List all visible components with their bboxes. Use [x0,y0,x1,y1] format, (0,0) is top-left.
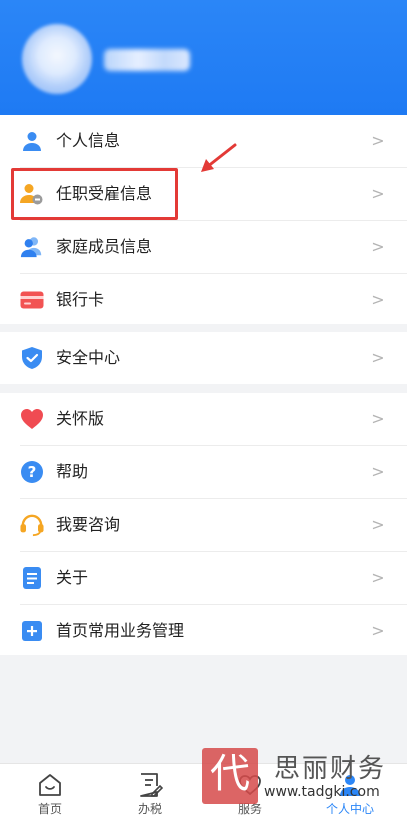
profile-header [0,0,407,115]
menu-label: 帮助 [56,462,89,481]
tab-label: 首页 [37,802,62,816]
chevron-right-icon: > [371,515,385,534]
menu-item-care-mode[interactable]: 关怀版 > [0,393,407,445]
menu-label: 我要咨询 [56,515,121,534]
headset-icon [20,513,44,537]
tab-home[interactable]: 首页 [0,764,100,818]
chevron-right-icon: > [371,348,385,367]
svg-text:?: ? [28,463,37,481]
username-blurred [104,49,190,71]
menu-group-security: 安全中心 > [0,332,407,384]
menu-item-help[interactable]: ? 帮助 > [0,446,407,498]
shield-icon [20,346,44,370]
annotation-highlight-box [11,168,178,220]
chevron-right-icon: > [371,131,385,150]
heart-icon [20,407,44,431]
person-icon [20,129,44,153]
menu-item-about[interactable]: 关于 > [0,552,407,604]
question-icon: ? [20,460,44,484]
chevron-right-icon: > [371,409,385,428]
tab-tax[interactable]: 办税 [100,764,200,818]
home-icon [39,774,61,796]
avatar[interactable] [22,24,92,94]
chevron-right-icon: > [371,621,385,640]
tax-doc-icon [140,773,163,797]
chevron-right-icon: > [371,237,385,256]
chevron-right-icon: > [371,568,385,587]
annotation-arrow-icon [201,143,237,172]
bank-card-icon [20,288,44,312]
menu-item-bank-card[interactable]: 银行卡 > [0,274,407,326]
menu-label: 安全中心 [56,348,121,367]
watermark-title: 思丽财务 [274,754,387,784]
menu-group-other: 关怀版 > ? 帮助 > 我要咨询 > 关于 > 首页常用业务管理 > [0,393,407,655]
watermark-stamp-char: 代 [210,751,250,797]
menu-item-home-business-management[interactable]: 首页常用业务管理 > [0,605,407,657]
menu-label: 关怀版 [56,409,105,428]
watermark: 代 思丽财务 www.tadgki.com [200,746,405,806]
chevron-right-icon: > [371,290,385,309]
tab-label: 办税 [137,802,162,816]
menu-item-consult[interactable]: 我要咨询 > [0,499,407,551]
menu-label: 个人信息 [56,131,121,150]
plus-square-icon [20,619,44,643]
menu-item-security-center[interactable]: 安全中心 > [0,332,407,384]
menu-label: 首页常用业务管理 [56,621,185,640]
menu-item-family-info[interactable]: 家庭成员信息 > [0,221,407,273]
menu-label: 银行卡 [56,290,105,309]
chevron-right-icon: > [371,184,385,203]
menu-label: 关于 [56,568,89,587]
document-icon [20,566,44,590]
menu-label: 家庭成员信息 [56,237,153,256]
chevron-right-icon: > [371,462,385,481]
watermark-url: www.tadgki.com [264,784,380,800]
family-icon [20,235,44,259]
